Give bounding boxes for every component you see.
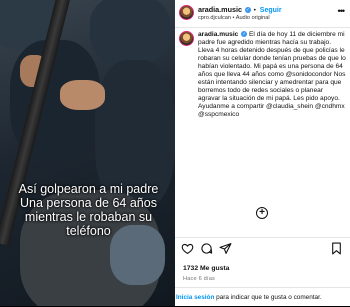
avatar[interactable] xyxy=(179,31,194,46)
instagram-post-embed: Así golpearon a mi padre Una persona de … xyxy=(0,0,350,306)
verified-icon: ✓ xyxy=(241,31,248,38)
action-bar xyxy=(175,237,350,260)
post-panel: aradia.music ✓ • Seguir cpro.djculcan • … xyxy=(175,0,350,306)
post-header: aradia.music ✓ • Seguir cpro.djculcan • … xyxy=(175,0,350,28)
separator-dot: • xyxy=(253,7,256,14)
bookmark-icon[interactable] xyxy=(330,242,343,255)
audio-subtitle[interactable]: cpro.djculcan • Audio original xyxy=(198,15,270,21)
more-icon[interactable]: ••• xyxy=(338,6,346,16)
avatar[interactable] xyxy=(179,5,194,20)
video-figure xyxy=(90,0,170,65)
comment-icon[interactable] xyxy=(200,242,213,255)
video-caption: Así golpearon a mi padre Una persona de … xyxy=(18,182,159,238)
like-count[interactable]: 1732 Me gusta xyxy=(183,265,229,272)
caption-text: El día de hoy 11 de diciembre mi padre f… xyxy=(198,31,346,118)
login-prompt: Inicia sesión para indicar que te gusta … xyxy=(175,287,350,307)
verified-icon: ✓ xyxy=(244,7,251,14)
heart-icon[interactable] xyxy=(181,242,194,255)
post-caption: aradia.music ✓ El día de hoy 11 de dicie… xyxy=(198,31,346,119)
video-figure xyxy=(60,80,105,110)
caption-username[interactable]: aradia.music xyxy=(198,31,238,38)
header-title-row: aradia.music ✓ • Seguir xyxy=(198,5,282,14)
username-link[interactable]: aradia.music xyxy=(198,5,242,14)
post-date[interactable]: Hace 6 días xyxy=(183,276,215,282)
login-prompt-text: para indicar que te gusta o comentar. xyxy=(216,294,322,301)
add-comment-icon[interactable]: + xyxy=(256,207,268,219)
post-video[interactable]: Así golpearon a mi padre Una persona de … xyxy=(0,0,175,306)
login-link[interactable]: Inicia sesión xyxy=(176,294,214,301)
share-icon[interactable] xyxy=(219,242,232,255)
follow-button[interactable]: Seguir xyxy=(260,7,282,14)
